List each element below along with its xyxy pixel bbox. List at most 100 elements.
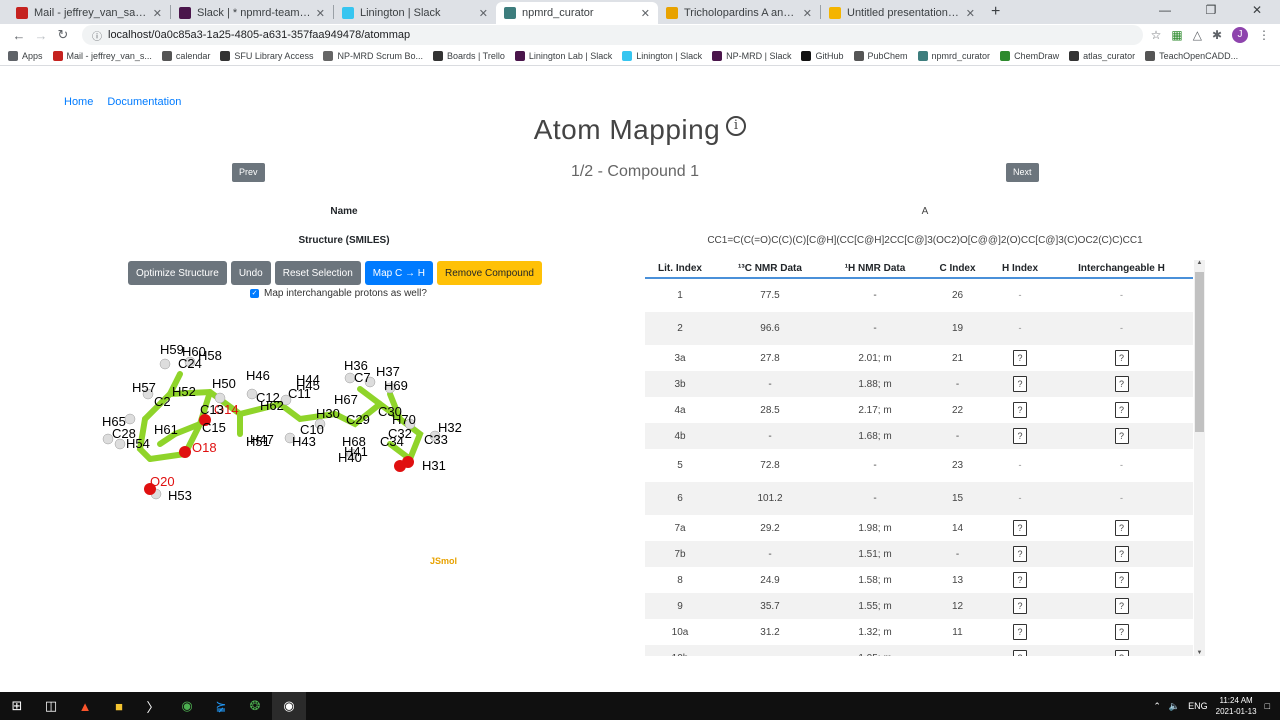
atom-label[interactable]: H30	[316, 406, 340, 421]
oxygen-atom[interactable]	[394, 460, 406, 472]
back-icon[interactable]: ←	[8, 28, 30, 43]
bookmark-item[interactable]: Linington Lab | Slack	[514, 50, 612, 61]
h-index-picker[interactable]: ?	[1013, 650, 1027, 656]
bookmark-item[interactable]: GitHub	[801, 50, 844, 61]
atom-label[interactable]: H54	[126, 436, 150, 451]
atom-label[interactable]: C32	[388, 426, 412, 441]
atom-label[interactable]: C15	[202, 420, 226, 435]
interchangeable-picker[interactable]: ?	[1114, 376, 1129, 392]
scroll-down-icon[interactable]: ▼	[1194, 650, 1205, 656]
bookmark-item[interactable]: NP-MRD Scrum Bo...	[323, 50, 423, 61]
atom-label[interactable]: O18	[192, 440, 217, 455]
app-green-icon[interactable]: ❂	[238, 692, 272, 720]
bookmark-item[interactable]: npmrd_curator	[917, 50, 990, 61]
tab-close-icon[interactable]: ✕	[966, 7, 975, 20]
bookmark-item[interactable]: ChemDraw	[1000, 50, 1059, 61]
atom-label[interactable]: H70	[392, 412, 416, 427]
tab-close-icon[interactable]: ✕	[803, 7, 812, 20]
map-interchangeable-checkbox[interactable]: ✓	[250, 289, 259, 298]
h-index-picker[interactable]: ?	[1013, 598, 1027, 614]
h-index-picker[interactable]: ?	[1013, 402, 1027, 418]
browser-tab[interactable]: Slack | * npmrd-team | Linington ✕	[171, 2, 333, 24]
volume-icon[interactable]: 🔈	[1169, 701, 1180, 712]
nav-home-link[interactable]: Home	[64, 96, 93, 108]
interchangeable-picker[interactable]: ?	[1114, 572, 1129, 588]
optimize-structure-button[interactable]: Optimize Structure	[128, 261, 227, 285]
interchangeable-picker[interactable]: ?	[1114, 598, 1129, 614]
terminal-icon[interactable]: 〉	[136, 692, 170, 720]
nav-documentation-link[interactable]: Documentation	[107, 96, 181, 108]
tab-close-icon[interactable]: ✕	[153, 7, 162, 20]
extension-grid-icon[interactable]: ▦	[1171, 28, 1182, 42]
map-c-to-h-button[interactable]: Map C → H	[364, 261, 433, 285]
tab-close-icon[interactable]: ✕	[316, 7, 325, 20]
browser-tab[interactable]: Linington | Slack ✕	[334, 2, 496, 24]
scroll-thumb[interactable]	[1195, 272, 1204, 432]
interchangeable-picker[interactable]: ?	[1114, 520, 1129, 536]
tray-chevron-icon[interactable]: ⌃	[1153, 701, 1161, 712]
atom-label[interactable]: H37	[376, 364, 400, 379]
interchangeable-picker[interactable]: ?	[1114, 350, 1129, 366]
interchangeable-picker[interactable]: ?	[1114, 402, 1129, 418]
table-scrollbar[interactable]: ▲ ▼	[1194, 260, 1205, 656]
atom-label[interactable]: H52	[172, 384, 196, 399]
chrome-icon[interactable]: ◉	[170, 692, 204, 720]
atom-label[interactable]: H53	[168, 488, 192, 503]
atom-label[interactable]: O20	[150, 474, 175, 489]
h-index-picker[interactable]: ?	[1013, 572, 1027, 588]
atom-label[interactable]: H69	[384, 378, 408, 393]
h-index-picker[interactable]: ?	[1013, 546, 1027, 562]
scroll-up-icon[interactable]: ▲	[1194, 260, 1205, 266]
atom-label[interactable]: C24	[178, 356, 202, 371]
browser-tab[interactable]: Tricholopardins A and B, Anti-infl ✕	[658, 2, 820, 24]
reload-icon[interactable]: ↻	[52, 27, 74, 43]
site-info-icon[interactable]: ⓘ	[92, 28, 102, 43]
atom-label[interactable]: H45	[296, 378, 320, 393]
bookmark-item[interactable]: TeachOpenCADD...	[1145, 50, 1238, 61]
interchangeable-picker[interactable]: ?	[1114, 428, 1129, 444]
hydrogen-atom[interactable]	[124, 413, 136, 425]
forward-icon[interactable]: →	[30, 28, 52, 43]
clock[interactable]: 11:24 AM 2021-01-13	[1216, 695, 1257, 717]
bookmark-item[interactable]: calendar	[161, 50, 210, 61]
atom-label[interactable]: H61	[154, 422, 178, 437]
reset-selection-button[interactable]: Reset Selection	[274, 261, 361, 285]
atom-label[interactable]: H68	[342, 434, 366, 449]
atom-label[interactable]: H50	[212, 376, 236, 391]
jsmol-molecule-viewer[interactable]: H59H60H58C24H46 H44H36 H37C7H69H57 H50C12 C1…	[90, 334, 470, 514]
tab-close-icon[interactable]: ✕	[641, 7, 650, 20]
new-tab-button[interactable]: +	[991, 3, 1000, 21]
atom-label[interactable]: C33	[424, 432, 448, 447]
interchangeable-picker[interactable]: ?	[1114, 624, 1129, 640]
remove-compound-button[interactable]: Remove Compound	[437, 261, 542, 285]
browser-tab[interactable]: Untitled presentation - Google Sl ✕	[821, 2, 983, 24]
atom-label[interactable]: H59	[160, 342, 184, 357]
h-index-picker[interactable]: ?	[1013, 624, 1027, 640]
atom-label[interactable]: H57	[132, 380, 156, 395]
browser-tab[interactable]: Mail - jeffrey_van_santen@sfu.ca ✕	[8, 2, 170, 24]
atom-label[interactable]: H40	[338, 450, 362, 465]
task-view-icon[interactable]: ◫	[34, 692, 68, 720]
bookmark-item[interactable]: SFU Library Access	[220, 50, 313, 61]
tab-close-icon[interactable]: ✕	[479, 7, 488, 20]
atom-label[interactable]: H62	[260, 398, 284, 413]
vscode-icon[interactable]: ⪶	[204, 692, 238, 720]
h-index-picker[interactable]: ?	[1013, 350, 1027, 366]
language-indicator[interactable]: ENG	[1188, 701, 1208, 711]
url-field[interactable]: ⓘ localhost/0a0c85a3-1a25-4805-a631-357f…	[82, 25, 1143, 45]
obs-icon[interactable]: ◉	[272, 692, 306, 720]
atom-label[interactable]: C2	[154, 394, 171, 409]
close-window-icon[interactable]: ✕	[1234, 0, 1280, 24]
restore-icon[interactable]: ❐	[1188, 0, 1234, 24]
bookmark-star-icon[interactable]: ☆	[1151, 28, 1162, 42]
oxygen-atom[interactable]	[179, 446, 191, 458]
bookmark-item[interactable]: Linington | Slack	[622, 50, 702, 61]
atom-label[interactable]: C29	[346, 412, 370, 427]
atom-label[interactable]: H51	[246, 434, 270, 449]
brave-browser-icon[interactable]: ▲	[68, 692, 102, 720]
info-icon[interactable]: i	[726, 115, 747, 136]
minimize-icon[interactable]: —	[1142, 0, 1188, 24]
bookmark-item[interactable]: Boards | Trello	[432, 50, 505, 61]
atom-label[interactable]: C13	[200, 402, 224, 417]
atom-label[interactable]: H67	[334, 392, 358, 407]
